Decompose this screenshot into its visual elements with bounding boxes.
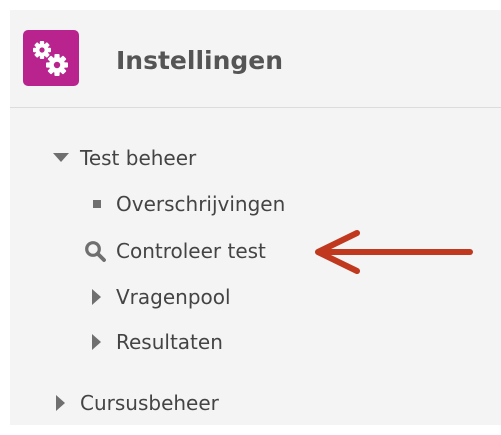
red-arrow-left-icon	[315, 230, 473, 274]
